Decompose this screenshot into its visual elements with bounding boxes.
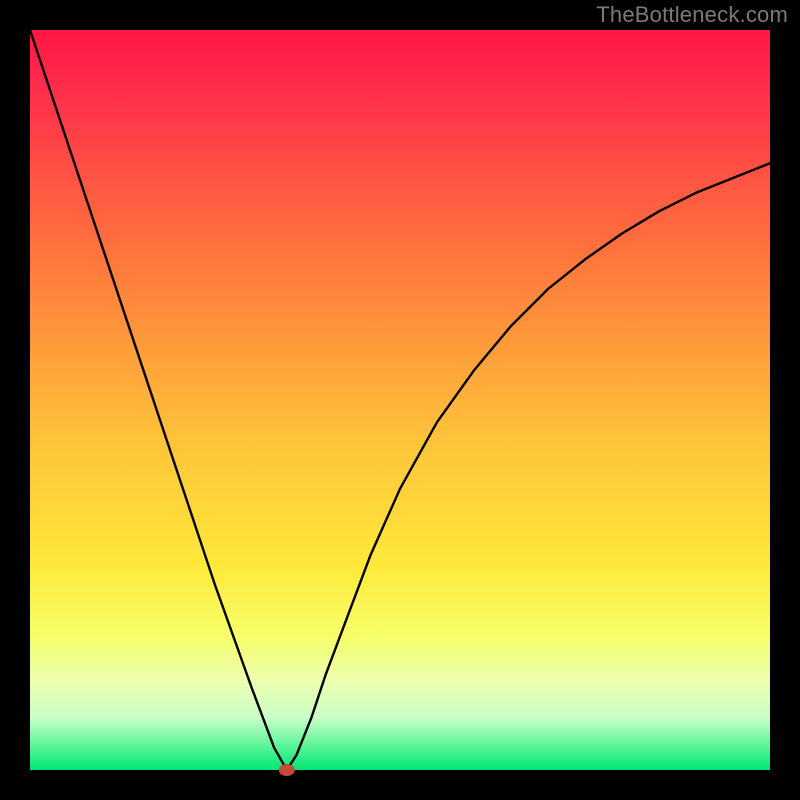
bottleneck-chart [0,0,800,800]
watermark-text: TheBottleneck.com [596,2,788,28]
minimum-marker [279,764,295,776]
chart-frame: TheBottleneck.com [0,0,800,800]
plot-background [30,30,770,770]
